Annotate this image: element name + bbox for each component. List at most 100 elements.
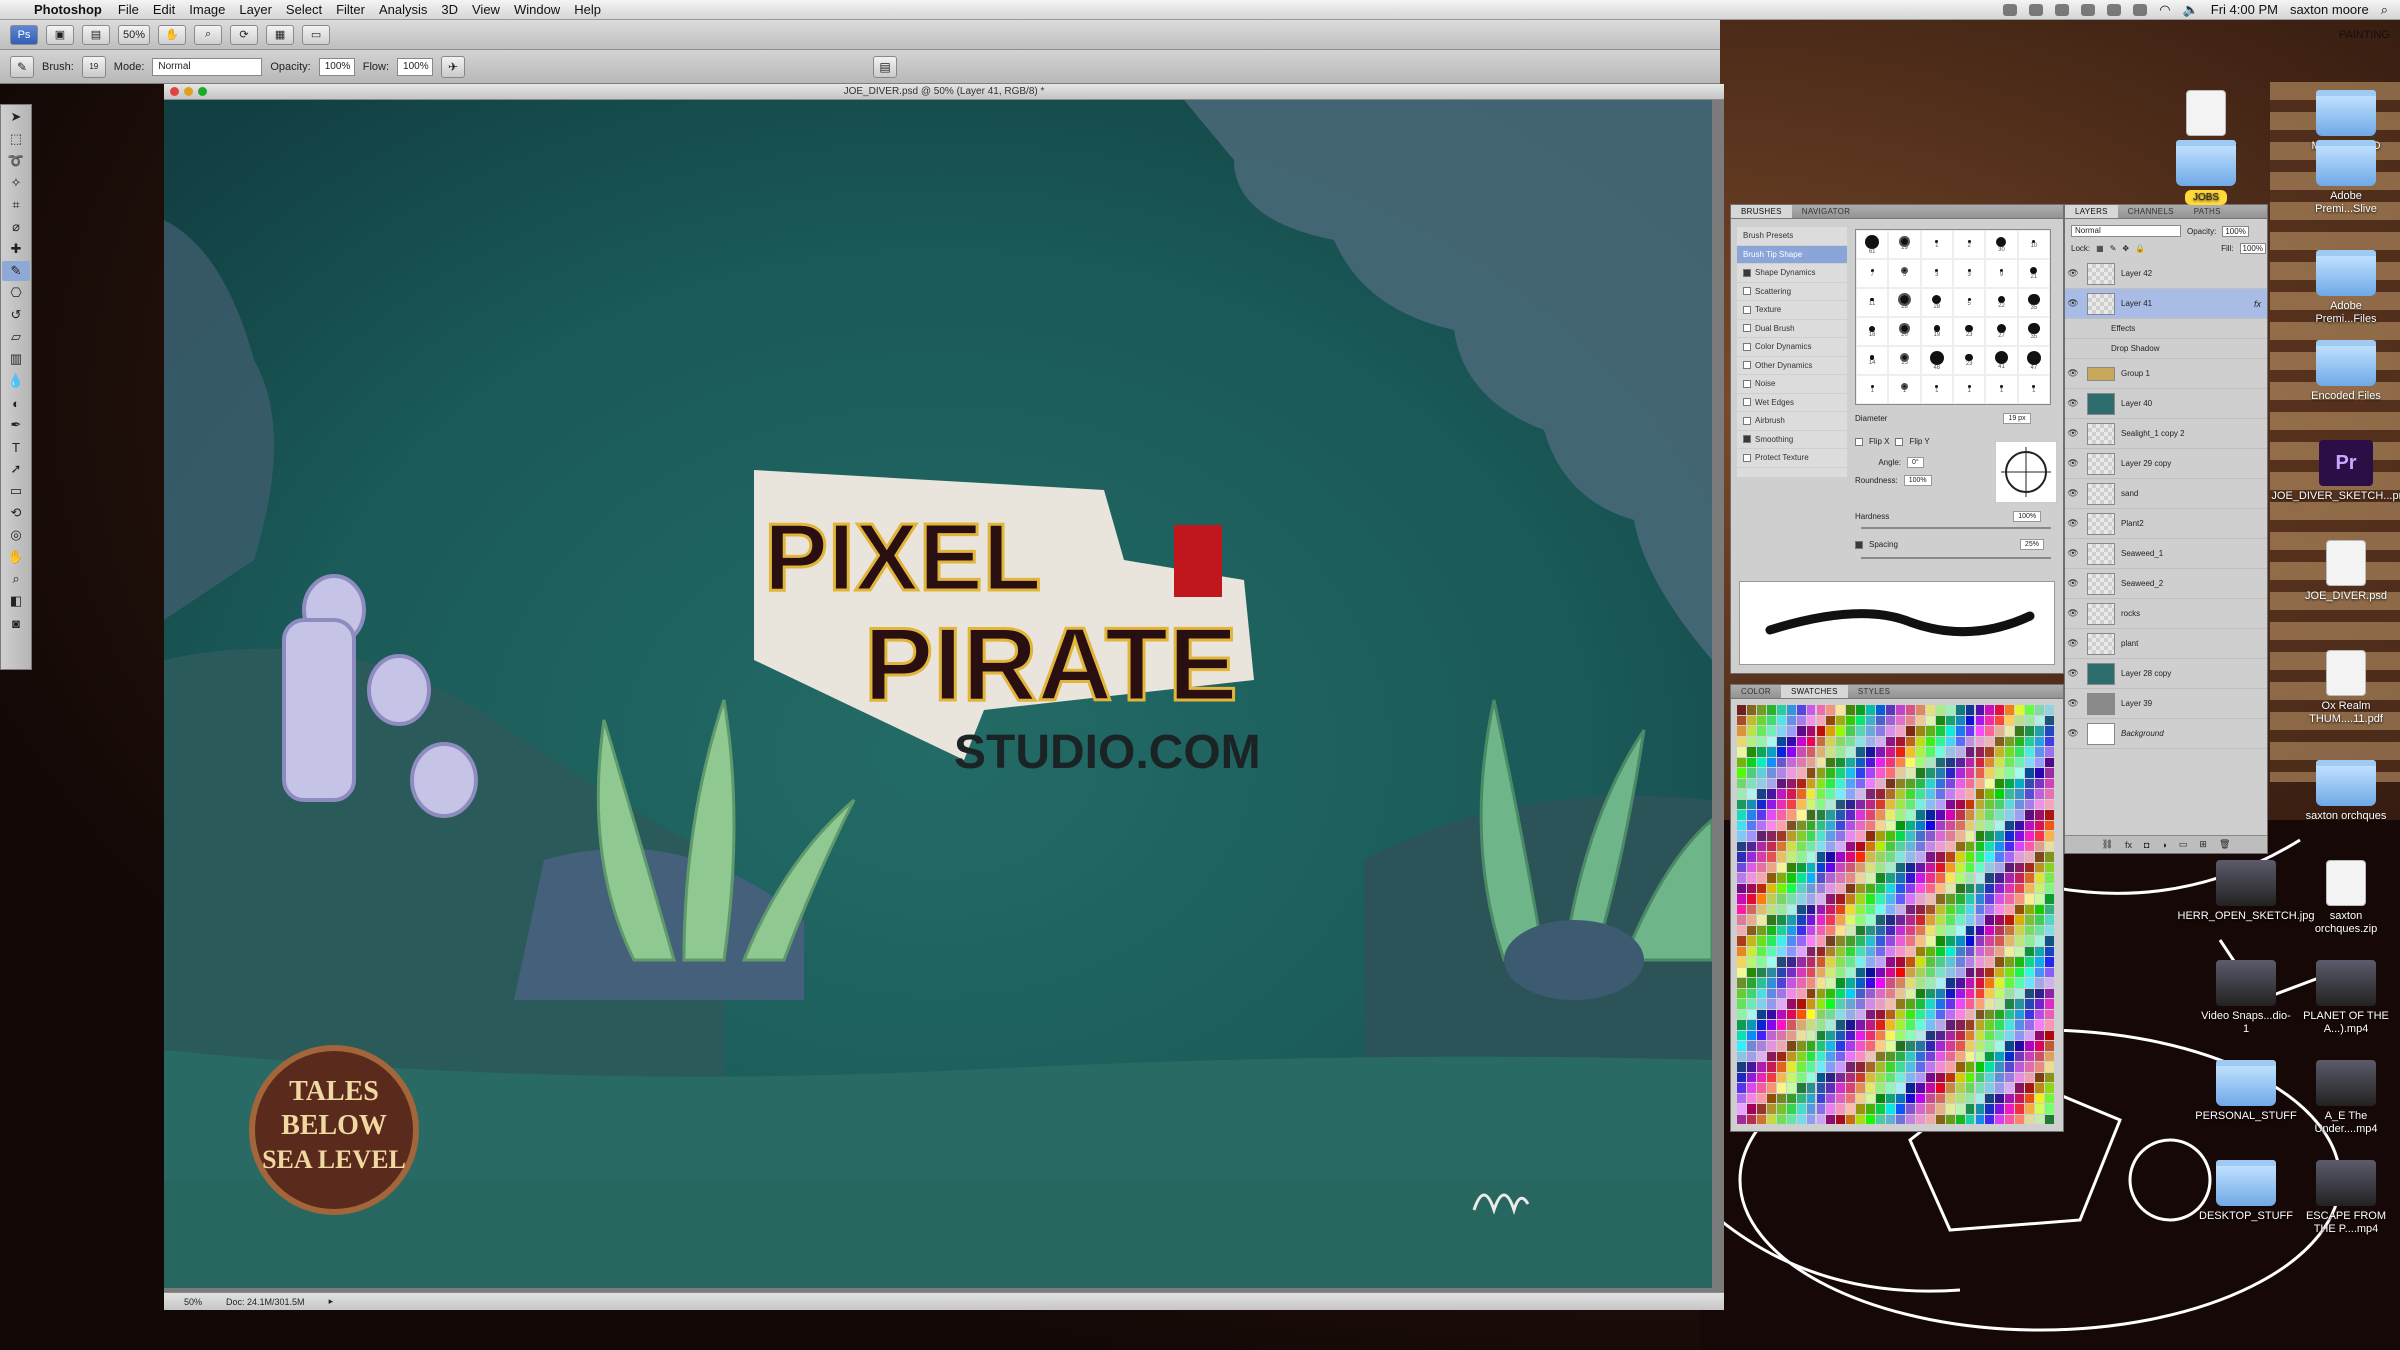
swatch-color[interactable] [2025,1093,2035,1103]
swatch-color[interactable] [1925,841,1935,851]
swatch-color[interactable] [1866,894,1876,904]
swatch-color[interactable] [1746,915,1756,925]
swatch-color[interactable] [1876,1030,1886,1040]
hardness-slider[interactable] [1861,527,2051,529]
layer-row[interactable]: 👁 Layer 29 copy [2065,449,2267,479]
swatch-color[interactable] [2025,936,2035,946]
brush-option-checkbox[interactable] [1743,416,1751,425]
swatch-color[interactable] [1836,820,1846,830]
swatch-color[interactable] [1746,831,1756,841]
swatch-color[interactable] [1985,736,1995,746]
swatch-color[interactable] [1886,988,1895,998]
swatch-color[interactable] [1935,894,1945,904]
swatch-color[interactable] [2045,1041,2054,1051]
swatch-color[interactable] [1896,715,1905,725]
swatch-color[interactable] [1766,1062,1776,1072]
dodge-tool-icon[interactable]: ◐ [2,393,30,413]
swatch-color[interactable] [2015,978,2025,988]
swatch-color[interactable] [1935,936,1945,946]
swatch-color[interactable] [1826,978,1836,988]
swatch-color[interactable] [1905,1062,1915,1072]
swatch-color[interactable] [1925,999,1935,1009]
swatch-color[interactable] [1796,988,1806,998]
swatch-color[interactable] [1876,736,1886,746]
swatch-color[interactable] [1756,757,1766,767]
swatch-color[interactable] [2015,799,2025,809]
swatch-color[interactable] [2005,715,2015,725]
swatch-color[interactable] [1866,820,1876,830]
swatch-color[interactable] [1985,1072,1995,1082]
layer-row[interactable]: Drop Shadow [2065,339,2267,359]
swatch-color[interactable] [1896,757,1905,767]
swatch-color[interactable] [1826,873,1836,883]
swatch-color[interactable] [1796,726,1806,736]
swatch-color[interactable] [1737,1030,1746,1040]
swatch-color[interactable] [1786,967,1796,977]
swatch-color[interactable] [1955,715,1965,725]
swatch-color[interactable] [1856,736,1866,746]
swatch-color[interactable] [2035,747,2045,757]
swatch-color[interactable] [1816,778,1826,788]
status-app-icon-2[interactable] [2029,3,2044,16]
swatch-color[interactable] [1746,852,1756,862]
swatch-color[interactable] [1935,957,1945,967]
swatch-color[interactable] [2015,999,2025,1009]
swatch-color[interactable] [1816,1093,1826,1103]
swatch-color[interactable] [2005,831,2015,841]
swatch-color[interactable] [1886,768,1895,778]
swatch-color[interactable] [2035,1020,2045,1030]
swatch-color[interactable] [1746,810,1756,820]
brush-option-checkbox[interactable] [1743,398,1751,407]
layer-visibility-icon[interactable]: 👁 [2065,548,2081,559]
swatch-color[interactable] [1846,1020,1856,1030]
swatch-color[interactable] [1896,873,1905,883]
swatch-color[interactable] [1737,1051,1746,1061]
swatch-color[interactable] [2035,1093,2045,1103]
swatch-color[interactable] [1935,810,1945,820]
blur-tool-icon[interactable]: 💧 [2,371,30,391]
swatch-color[interactable] [1776,831,1786,841]
swatch-color[interactable] [1896,1062,1905,1072]
swatch-color[interactable] [1746,747,1756,757]
swatch-color[interactable] [1816,1030,1826,1040]
swatch-color[interactable] [1786,1030,1796,1040]
swatch-color[interactable] [1746,957,1756,967]
swatch-color[interactable] [2045,1051,2054,1061]
swatch-color[interactable] [1776,768,1786,778]
swatch-color[interactable] [1965,1104,1975,1114]
brush-preset-picker[interactable]: 19 [81,55,106,78]
swatch-color[interactable] [2035,1104,2045,1114]
swatch-color[interactable] [1856,915,1866,925]
swatch-color[interactable] [1925,705,1935,715]
swatch-color[interactable] [1846,768,1856,778]
swatch-color[interactable] [1856,757,1866,767]
swatch-color[interactable] [1965,1072,1975,1082]
swatch-color[interactable] [1846,715,1856,725]
swatch-color[interactable] [1737,820,1746,830]
swatch-color[interactable] [1975,999,1985,1009]
status-arrow-icon[interactable]: ▸ [329,1296,334,1307]
swatch-color[interactable] [1816,1062,1826,1072]
menu-filter[interactable]: Filter [336,2,365,17]
layer-visibility-icon[interactable]: 👁 [2065,488,2081,499]
swatch-color[interactable] [1995,852,2005,862]
swatch-color[interactable] [1856,946,1866,956]
swatch-color[interactable] [1896,957,1905,967]
swatch-color[interactable] [1945,1020,1955,1030]
swatch-color[interactable] [1935,852,1945,862]
swatch-color[interactable] [1955,1072,1965,1082]
brush-option-checkbox[interactable] [1743,453,1751,462]
swatch-color[interactable] [1965,957,1975,967]
swatch-color[interactable] [1995,715,2005,725]
swatch-color[interactable] [1945,894,1955,904]
swatch-color[interactable] [1955,841,1965,851]
brush-tip-preset[interactable]: 7 [1856,259,1889,288]
swatch-color[interactable] [2045,1083,2054,1093]
swatch-color[interactable] [1836,726,1846,736]
swatch-color[interactable] [1796,936,1806,946]
swatch-color[interactable] [1985,1030,1995,1040]
swatch-color[interactable] [1756,904,1766,914]
swatch-color[interactable] [2025,747,2035,757]
swatch-color[interactable] [1836,831,1846,841]
swatch-color[interactable] [1856,894,1866,904]
